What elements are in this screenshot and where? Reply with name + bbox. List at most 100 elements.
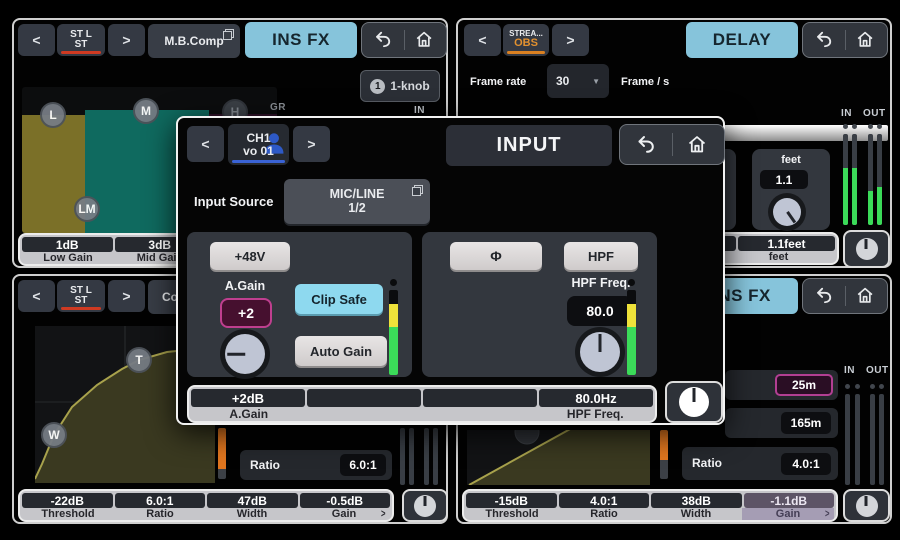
param-value-ratio[interactable]: 6.0:1 bbox=[115, 493, 206, 508]
param-value-feet[interactable]: 1.1feet bbox=[738, 236, 835, 251]
again-value[interactable]: +2 bbox=[220, 298, 272, 328]
back-icon[interactable] bbox=[813, 285, 835, 307]
knob-assign-box[interactable] bbox=[843, 230, 890, 268]
next-channel-button[interactable]: > bbox=[552, 24, 589, 56]
param-value-again[interactable]: +2dB bbox=[191, 389, 305, 407]
node-lowmid[interactable]: LM bbox=[74, 196, 100, 222]
analog-gain-section: +48V A.Gain +2 Clip Safe Auto Gain bbox=[187, 232, 412, 377]
back-icon[interactable] bbox=[813, 29, 835, 51]
node-mid[interactable]: M bbox=[133, 98, 159, 124]
param-label: Threshold bbox=[466, 508, 558, 520]
more-params-chevron[interactable]: > bbox=[825, 508, 830, 520]
parameter-bar: -15dB 4.0:1 38dB -1.1dB Threshold Ratio … bbox=[462, 489, 838, 522]
gr-meter bbox=[660, 430, 668, 479]
param-label: Gain bbox=[298, 508, 390, 520]
param-label: Low Gain bbox=[22, 252, 114, 264]
library-button[interactable]: M.B.Comp bbox=[148, 24, 240, 58]
ratio-value: 6.0:1 bbox=[340, 454, 386, 476]
prev-channel-button[interactable]: < bbox=[18, 24, 55, 56]
over-dot bbox=[843, 124, 848, 129]
prev-channel-button[interactable]: < bbox=[464, 24, 501, 56]
frame-rate-dropdown[interactable]: 30 ▼ bbox=[547, 64, 609, 98]
param-value-width[interactable]: 47dB bbox=[207, 493, 298, 508]
delay-time-slider[interactable] bbox=[724, 125, 888, 141]
channel-color-underline bbox=[232, 160, 285, 163]
param-value-hpf-freq[interactable]: 80.0Hz bbox=[539, 389, 653, 407]
home-icon[interactable] bbox=[855, 285, 877, 307]
feet-value[interactable]: 1.1 bbox=[760, 170, 808, 189]
page-title-delay[interactable]: DELAY bbox=[686, 22, 798, 58]
param-label: Ratio bbox=[558, 508, 650, 520]
out-meter-l bbox=[424, 428, 429, 485]
over-dot bbox=[855, 384, 860, 389]
out-label: OUT bbox=[863, 108, 886, 119]
param-value-gain[interactable]: -0.5dB bbox=[300, 493, 391, 508]
auto-gain-button[interactable]: Auto Gain bbox=[295, 336, 387, 366]
over-dot bbox=[868, 124, 873, 129]
home-icon[interactable] bbox=[414, 29, 436, 51]
over-dot bbox=[877, 124, 882, 129]
channel-select-button[interactable]: STREA... OBS bbox=[503, 24, 549, 56]
ratio-row[interactable]: Ratio 4.0:1 bbox=[682, 447, 838, 480]
param-value-low-gain[interactable]: 1dB bbox=[22, 237, 113, 252]
in-meter-r bbox=[855, 394, 860, 485]
node-width[interactable]: W bbox=[41, 422, 67, 448]
next-channel-button[interactable]: > bbox=[108, 24, 145, 56]
node-threshold[interactable]: T bbox=[126, 347, 152, 373]
input-source-button[interactable]: MIC/LINE 1/2 bbox=[284, 179, 430, 224]
hpf-freq-knob[interactable] bbox=[580, 332, 620, 372]
param-value-ratio[interactable]: 4.0:1 bbox=[559, 493, 650, 508]
home-icon[interactable] bbox=[855, 29, 877, 51]
param-value-width[interactable]: 38dB bbox=[651, 493, 742, 508]
over-dot bbox=[879, 384, 884, 389]
out-meter-r bbox=[433, 428, 438, 485]
over-dot bbox=[845, 384, 850, 389]
channel-select-button[interactable]: CH1 vo 01 bbox=[228, 124, 289, 165]
next-channel-button[interactable]: > bbox=[293, 126, 330, 162]
more-params-chevron[interactable]: > bbox=[381, 508, 386, 520]
channel-select-button[interactable]: ST LST bbox=[57, 280, 105, 312]
page-title-ins-fx[interactable]: INS FX bbox=[245, 22, 357, 58]
hpf-button[interactable]: HPF bbox=[564, 242, 638, 270]
clip-safe-button[interactable]: Clip Safe bbox=[295, 284, 383, 314]
one-knob-button[interactable]: 1 1-knob bbox=[360, 70, 440, 102]
param-value-threshold[interactable]: -15dB bbox=[466, 493, 557, 508]
in-label: IN bbox=[841, 108, 852, 119]
back-icon[interactable] bbox=[634, 133, 658, 157]
param-value[interactable] bbox=[423, 389, 537, 407]
param-value-threshold[interactable]: -22dB bbox=[22, 493, 113, 508]
ratio-value: 4.0:1 bbox=[781, 453, 831, 475]
one-knob-badge: 1 bbox=[370, 79, 385, 94]
param-value[interactable] bbox=[307, 389, 421, 407]
channel-color-underline bbox=[507, 51, 545, 54]
param-value-gain-selected[interactable]: -1.1dB bbox=[744, 493, 835, 508]
knob-icon bbox=[679, 387, 709, 417]
phase-button[interactable]: Φ bbox=[450, 242, 542, 270]
back-icon[interactable] bbox=[372, 29, 394, 51]
knob-assign-box[interactable] bbox=[402, 489, 448, 522]
release-row[interactable]: 165m bbox=[725, 408, 838, 438]
hpf-freq-value[interactable]: 80.0 bbox=[567, 296, 633, 326]
parameter-bar: 1.1feet feet bbox=[718, 232, 839, 265]
phantom-48v-button[interactable]: +48V bbox=[210, 242, 290, 270]
prev-channel-button[interactable]: < bbox=[187, 126, 224, 162]
knob-icon bbox=[856, 238, 878, 260]
in-label: IN bbox=[844, 365, 855, 376]
channel-select-button[interactable]: ST LST bbox=[57, 24, 105, 56]
copy-icon bbox=[412, 185, 423, 196]
knob-assign-box[interactable] bbox=[843, 489, 890, 522]
level-meter bbox=[387, 277, 400, 377]
ratio-row[interactable]: Ratio 6.0:1 bbox=[240, 450, 392, 480]
node-low[interactable]: L bbox=[40, 102, 66, 128]
knob-assign-box[interactable] bbox=[665, 381, 723, 423]
attack-row[interactable]: 25m bbox=[725, 370, 838, 400]
prev-channel-button[interactable]: < bbox=[18, 280, 55, 312]
comp-curve-graph[interactable] bbox=[467, 430, 650, 485]
input-popup: < CH1 vo 01 > INPUT Input Source MIC/LIN… bbox=[176, 116, 725, 425]
frame-rate-label: Frame rate bbox=[470, 76, 526, 88]
popup-title: INPUT bbox=[446, 125, 612, 166]
home-icon[interactable] bbox=[686, 133, 710, 157]
next-channel-button[interactable]: > bbox=[108, 280, 145, 312]
feet-knob[interactable] bbox=[773, 198, 801, 226]
again-knob[interactable] bbox=[225, 334, 265, 374]
